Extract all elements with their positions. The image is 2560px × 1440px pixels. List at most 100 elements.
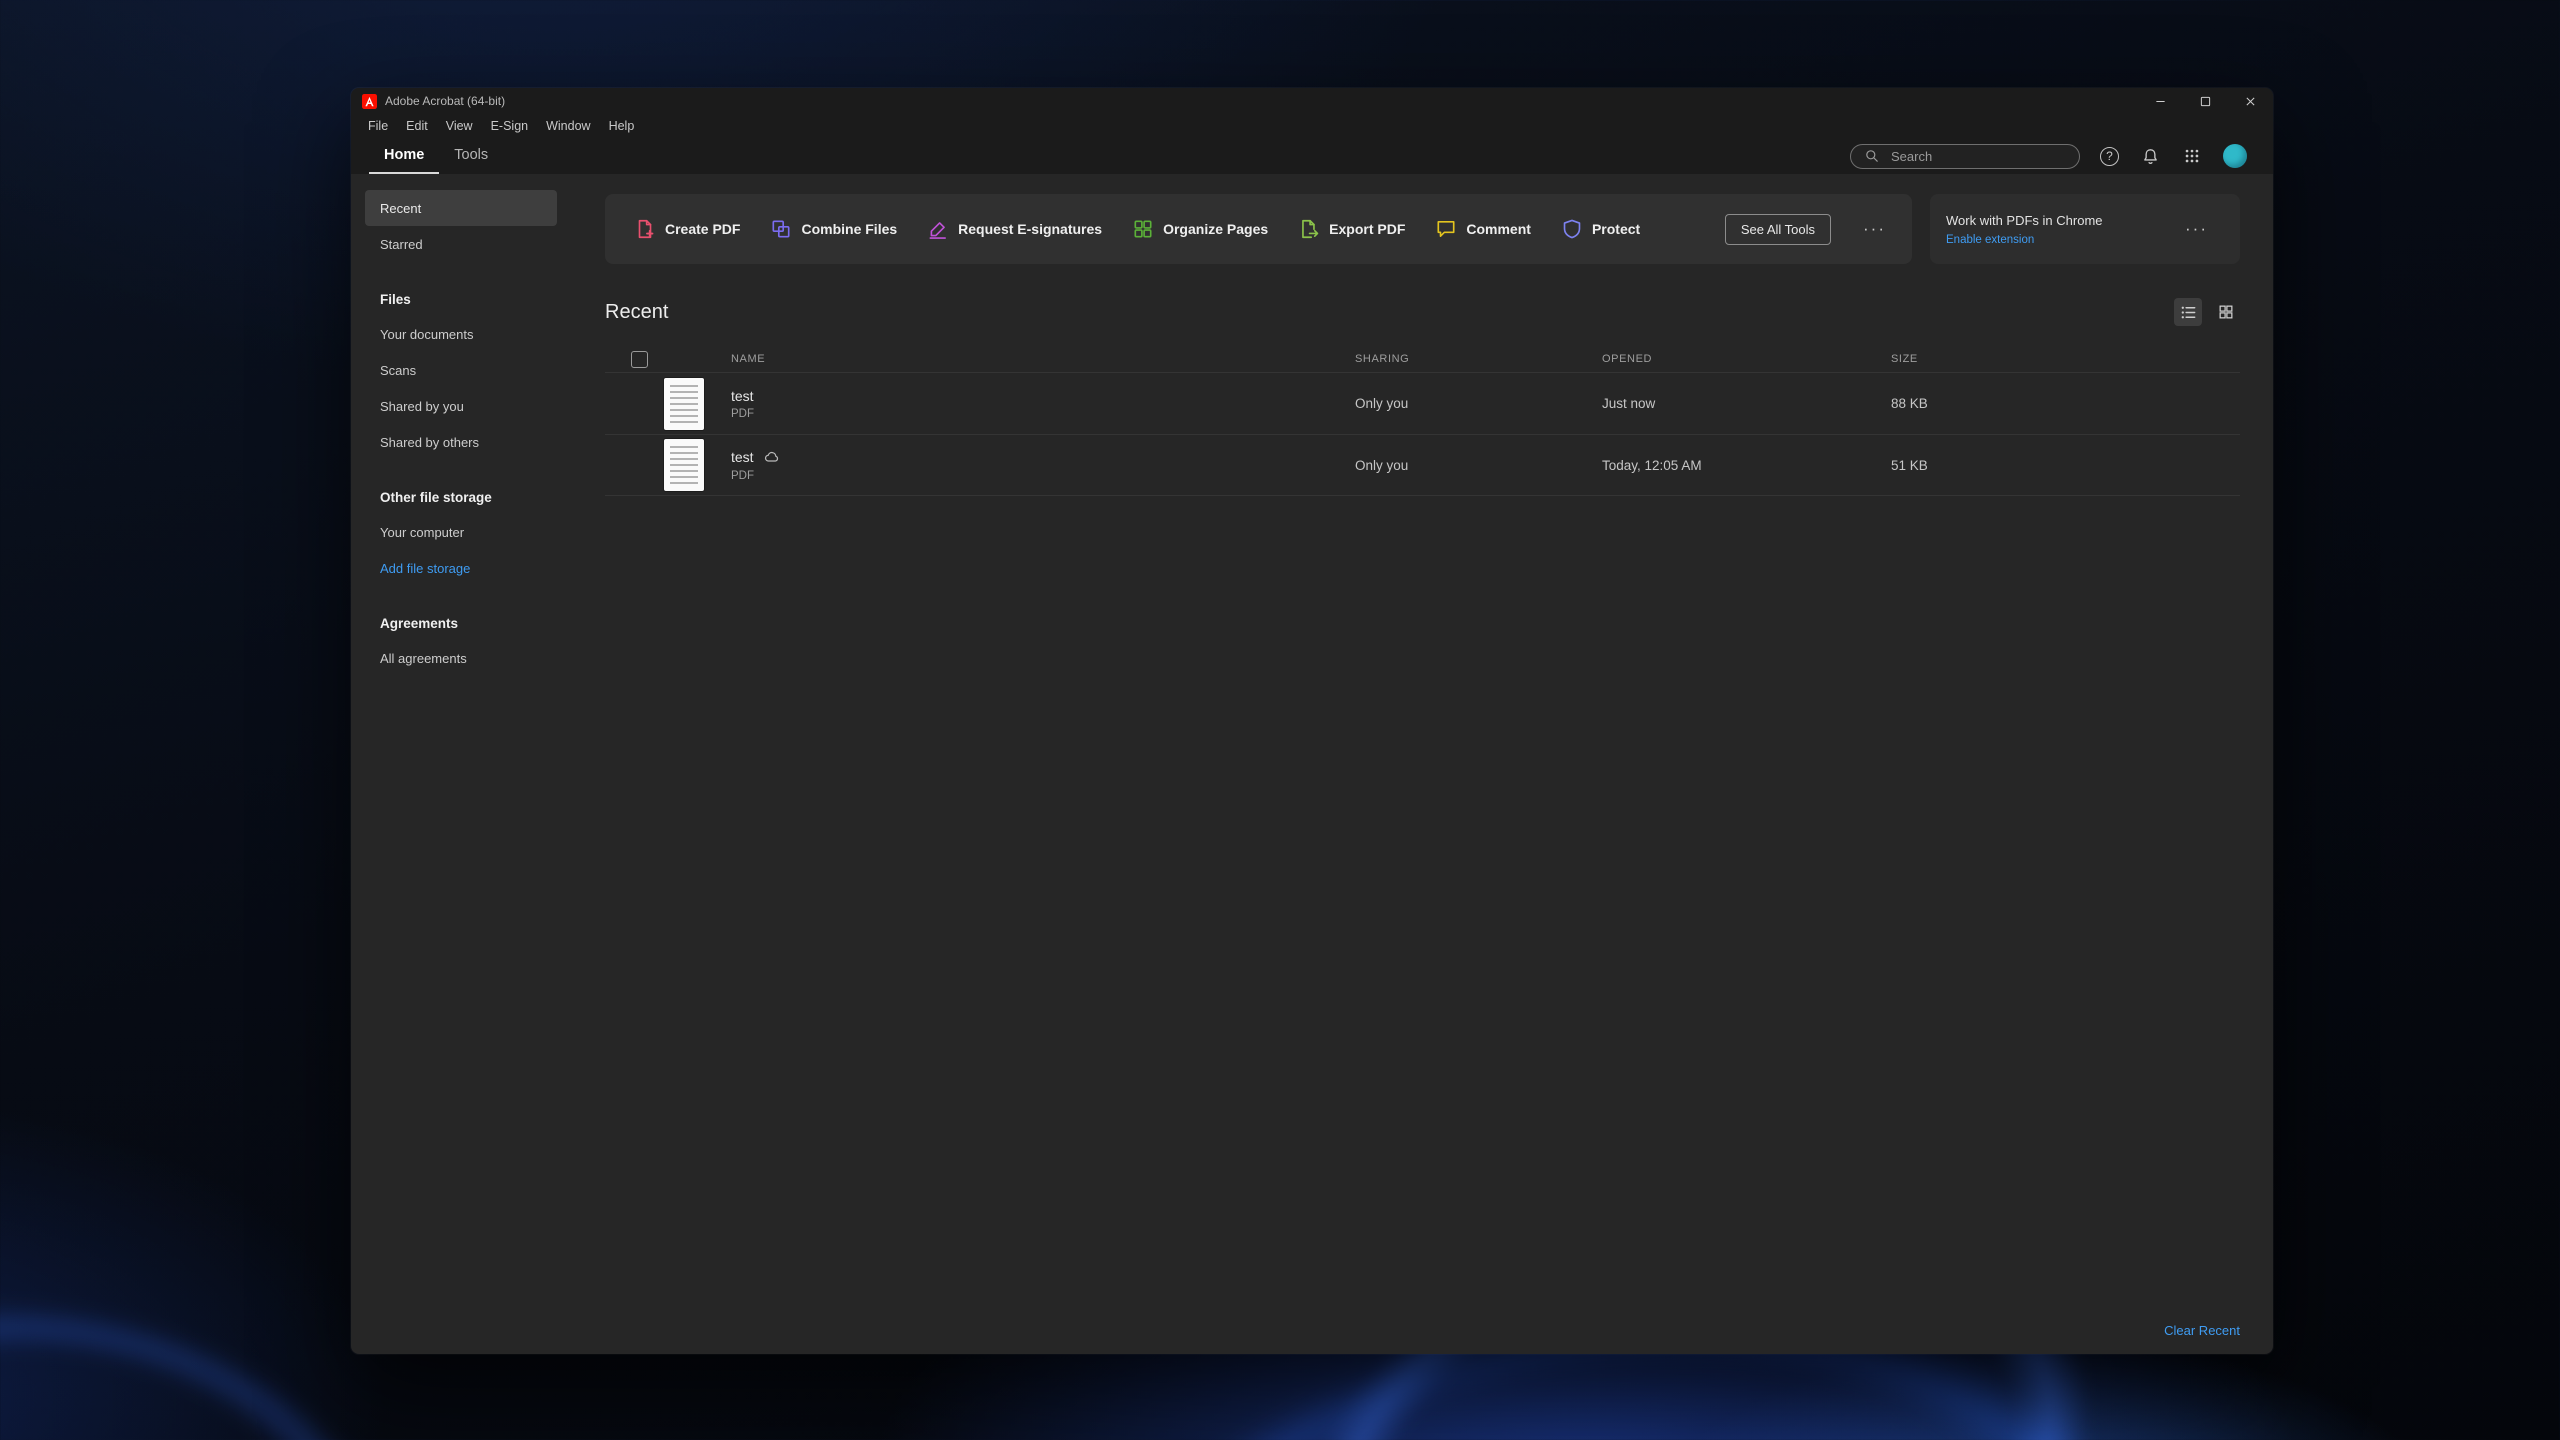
file-size: 88 KB [1891, 396, 2240, 411]
file-size: 51 KB [1891, 458, 2240, 473]
table-row[interactable]: test PDF Only you Today, 12:05 AM 51 KB [605, 434, 2240, 496]
sidebar-item-recent[interactable]: Recent [365, 190, 557, 226]
sidebar-section-agreements: Agreements [365, 610, 557, 636]
menu-bar: File Edit View E-Sign Window Help [351, 114, 2273, 138]
see-all-tools-button[interactable]: See All Tools [1725, 214, 1831, 245]
sidebar-item-label: Your documents [380, 327, 473, 342]
sidebar-item-label: Shared by others [380, 435, 479, 450]
list-view-icon[interactable] [2174, 298, 2202, 326]
tool-label: Comment [1466, 221, 1531, 237]
window-controls [2138, 88, 2273, 114]
tool-label: Organize Pages [1163, 221, 1268, 237]
maximize-button[interactable] [2183, 88, 2228, 114]
file-type: PDF [731, 470, 1355, 482]
export-pdf-icon [1298, 218, 1320, 240]
table-row[interactable]: test PDF Only you Just now 88 KB [605, 372, 2240, 434]
user-avatar[interactable] [2223, 144, 2247, 168]
file-name[interactable]: test [731, 449, 754, 465]
file-sharing: Only you [1355, 458, 1602, 473]
sidebar-item-label: Shared by you [380, 399, 464, 414]
sidebar-item-label: Your computer [380, 525, 464, 540]
quick-tools-row: Create PDF Combine Files Request E-signa… [605, 194, 2240, 264]
menu-view[interactable]: View [437, 119, 482, 133]
sidebar-item-all-agreements[interactable]: All agreements [365, 640, 557, 676]
pdf-thumbnail[interactable] [664, 378, 704, 430]
sidebar-item-your-documents[interactable]: Your documents [365, 316, 557, 352]
sidebar-item-scans[interactable]: Scans [365, 352, 557, 388]
search-box[interactable] [1850, 144, 2080, 169]
file-table-header: NAME SHARING OPENED SIZE [605, 346, 2240, 372]
menu-help[interactable]: Help [600, 119, 644, 133]
column-header-name[interactable]: NAME [723, 353, 1355, 365]
combine-files-icon [770, 218, 792, 240]
quick-tools-bar: Create PDF Combine Files Request E-signa… [605, 194, 1912, 264]
menu-window[interactable]: Window [537, 119, 599, 133]
chrome-card-more-icon[interactable]: ··· [2183, 219, 2210, 239]
sidebar-item-label: Recent [380, 201, 421, 216]
sidebar-item-add-file-storage[interactable]: Add file storage [365, 550, 557, 586]
sidebar-item-your-computer[interactable]: Your computer [365, 514, 557, 550]
tool-label: Export PDF [1329, 221, 1405, 237]
tab-home[interactable]: Home [369, 138, 439, 174]
enable-extension-link[interactable]: Enable extension [1946, 234, 2103, 246]
menu-edit[interactable]: Edit [397, 119, 437, 133]
column-header-sharing[interactable]: SHARING [1355, 353, 1602, 365]
tool-label: Request E-signatures [958, 221, 1102, 237]
chrome-card-text: Work with PDFs in Chrome Enable extensio… [1946, 213, 2103, 246]
acrobat-window: Adobe Acrobat (64-bit) File Edit View E-… [351, 88, 2273, 1354]
help-icon[interactable]: ? [2100, 147, 2119, 166]
tool-comment[interactable]: Comment [1435, 218, 1531, 240]
file-sharing: Only you [1355, 396, 1602, 411]
chrome-card-title: Work with PDFs in Chrome [1946, 213, 2103, 228]
acrobat-logo-icon [362, 94, 377, 109]
menu-esign[interactable]: E-Sign [482, 119, 538, 133]
recent-header: Recent [605, 298, 2240, 326]
sidebar-item-shared-by-you[interactable]: Shared by you [365, 388, 557, 424]
column-header-opened[interactable]: OPENED [1602, 353, 1891, 365]
file-type: PDF [731, 408, 1355, 420]
sidebar-section-other-file-storage: Other file storage [365, 484, 557, 510]
main-area: Create PDF Combine Files Request E-signa… [571, 174, 2273, 1354]
clear-recent-link[interactable]: Clear Recent [2164, 1323, 2240, 1338]
search-input[interactable] [1891, 149, 2069, 164]
appbar-right-cluster: ? [1850, 138, 2247, 174]
chrome-extension-card: Work with PDFs in Chrome Enable extensio… [1930, 194, 2240, 264]
tool-create-pdf[interactable]: Create PDF [634, 218, 740, 240]
tool-label: Combine Files [801, 221, 897, 237]
menu-file[interactable]: File [359, 119, 397, 133]
app-grid-waffle-icon[interactable] [2181, 145, 2203, 167]
create-pdf-icon [634, 218, 656, 240]
cloud-sync-icon [763, 448, 781, 466]
request-esignatures-icon [927, 218, 949, 240]
close-button[interactable] [2228, 88, 2273, 114]
file-name[interactable]: test [731, 388, 754, 404]
notifications-bell-icon[interactable] [2139, 145, 2161, 167]
tool-request-esignatures[interactable]: Request E-signatures [927, 218, 1102, 240]
window-title: Adobe Acrobat (64-bit) [385, 94, 505, 108]
sidebar-item-shared-by-others[interactable]: Shared by others [365, 424, 557, 460]
sidebar: Recent Starred Files Your documents Scan… [351, 174, 571, 1354]
select-all-checkbox[interactable] [631, 351, 648, 368]
main-tabs: Home Tools [369, 138, 503, 174]
pdf-thumbnail[interactable] [664, 439, 704, 491]
row-thumb-cell [649, 439, 723, 491]
tool-protect[interactable]: Protect [1561, 218, 1640, 240]
comment-icon [1435, 218, 1457, 240]
tab-tools[interactable]: Tools [439, 138, 503, 174]
file-opened: Just now [1602, 396, 1891, 411]
row-name-cell: test PDF [723, 388, 1355, 420]
tool-organize-pages[interactable]: Organize Pages [1132, 218, 1268, 240]
tool-export-pdf[interactable]: Export PDF [1298, 218, 1405, 240]
sidebar-item-starred[interactable]: Starred [365, 226, 557, 262]
grid-view-icon[interactable] [2212, 298, 2240, 326]
tools-more-icon[interactable]: ··· [1861, 219, 1888, 239]
column-header-size[interactable]: SIZE [1891, 353, 2240, 365]
minimize-button[interactable] [2138, 88, 2183, 114]
add-file-storage-link[interactable]: Add file storage [380, 561, 470, 576]
window-content: Recent Starred Files Your documents Scan… [351, 174, 2273, 1354]
tool-combine-files[interactable]: Combine Files [770, 218, 897, 240]
file-opened: Today, 12:05 AM [1602, 458, 1891, 473]
row-name-cell: test PDF [723, 448, 1355, 482]
file-rows: test PDF Only you Just now 88 KB test [605, 372, 2240, 496]
title-bar[interactable]: Adobe Acrobat (64-bit) [351, 88, 2273, 114]
